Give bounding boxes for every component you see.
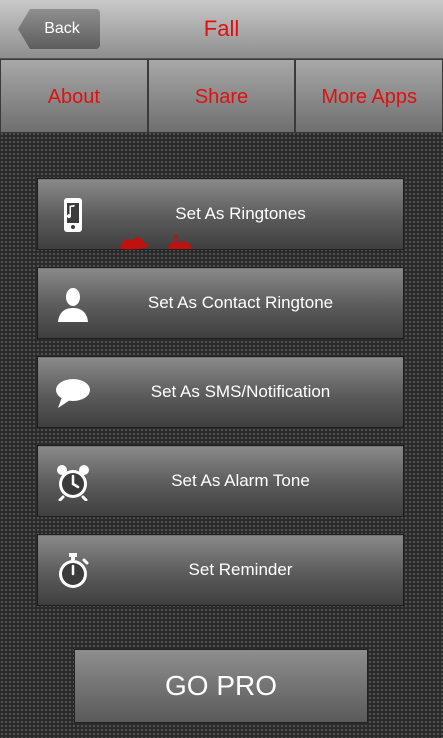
set-as-ringtones-button[interactable]: Set As Ringtones (37, 178, 404, 250)
set-as-contact-ringtone-label: Set As Contact Ringtone (147, 293, 334, 312)
set-as-contact-ringtone-button[interactable]: Set As Contact Ringtone (37, 267, 404, 339)
set-as-alarm-tone-label: Set As Alarm Tone (171, 471, 310, 490)
set-reminder-label: Set Reminder (188, 560, 293, 579)
tab-more-apps[interactable]: More Apps (295, 59, 443, 133)
top-tab-bar: About Share More Apps (0, 59, 443, 133)
back-button[interactable]: Back (18, 9, 100, 49)
set-as-sms-notification-label: Set As SMS/Notification (150, 382, 331, 401)
action-menu: Set As Ringtones Set As Contact Ringtone… (37, 178, 404, 623)
header-bar: Fall Back (0, 0, 443, 59)
tab-share[interactable]: Share (147, 59, 296, 133)
set-as-sms-notification-button[interactable]: Set As SMS/Notification (37, 356, 404, 428)
paint-splash-decoration (120, 235, 192, 250)
go-pro-button[interactable]: GO PRO (74, 649, 368, 723)
tab-about[interactable]: About (0, 59, 148, 133)
set-as-alarm-tone-button[interactable]: Set As Alarm Tone (37, 445, 404, 517)
set-reminder-button[interactable]: Set Reminder (37, 534, 404, 606)
